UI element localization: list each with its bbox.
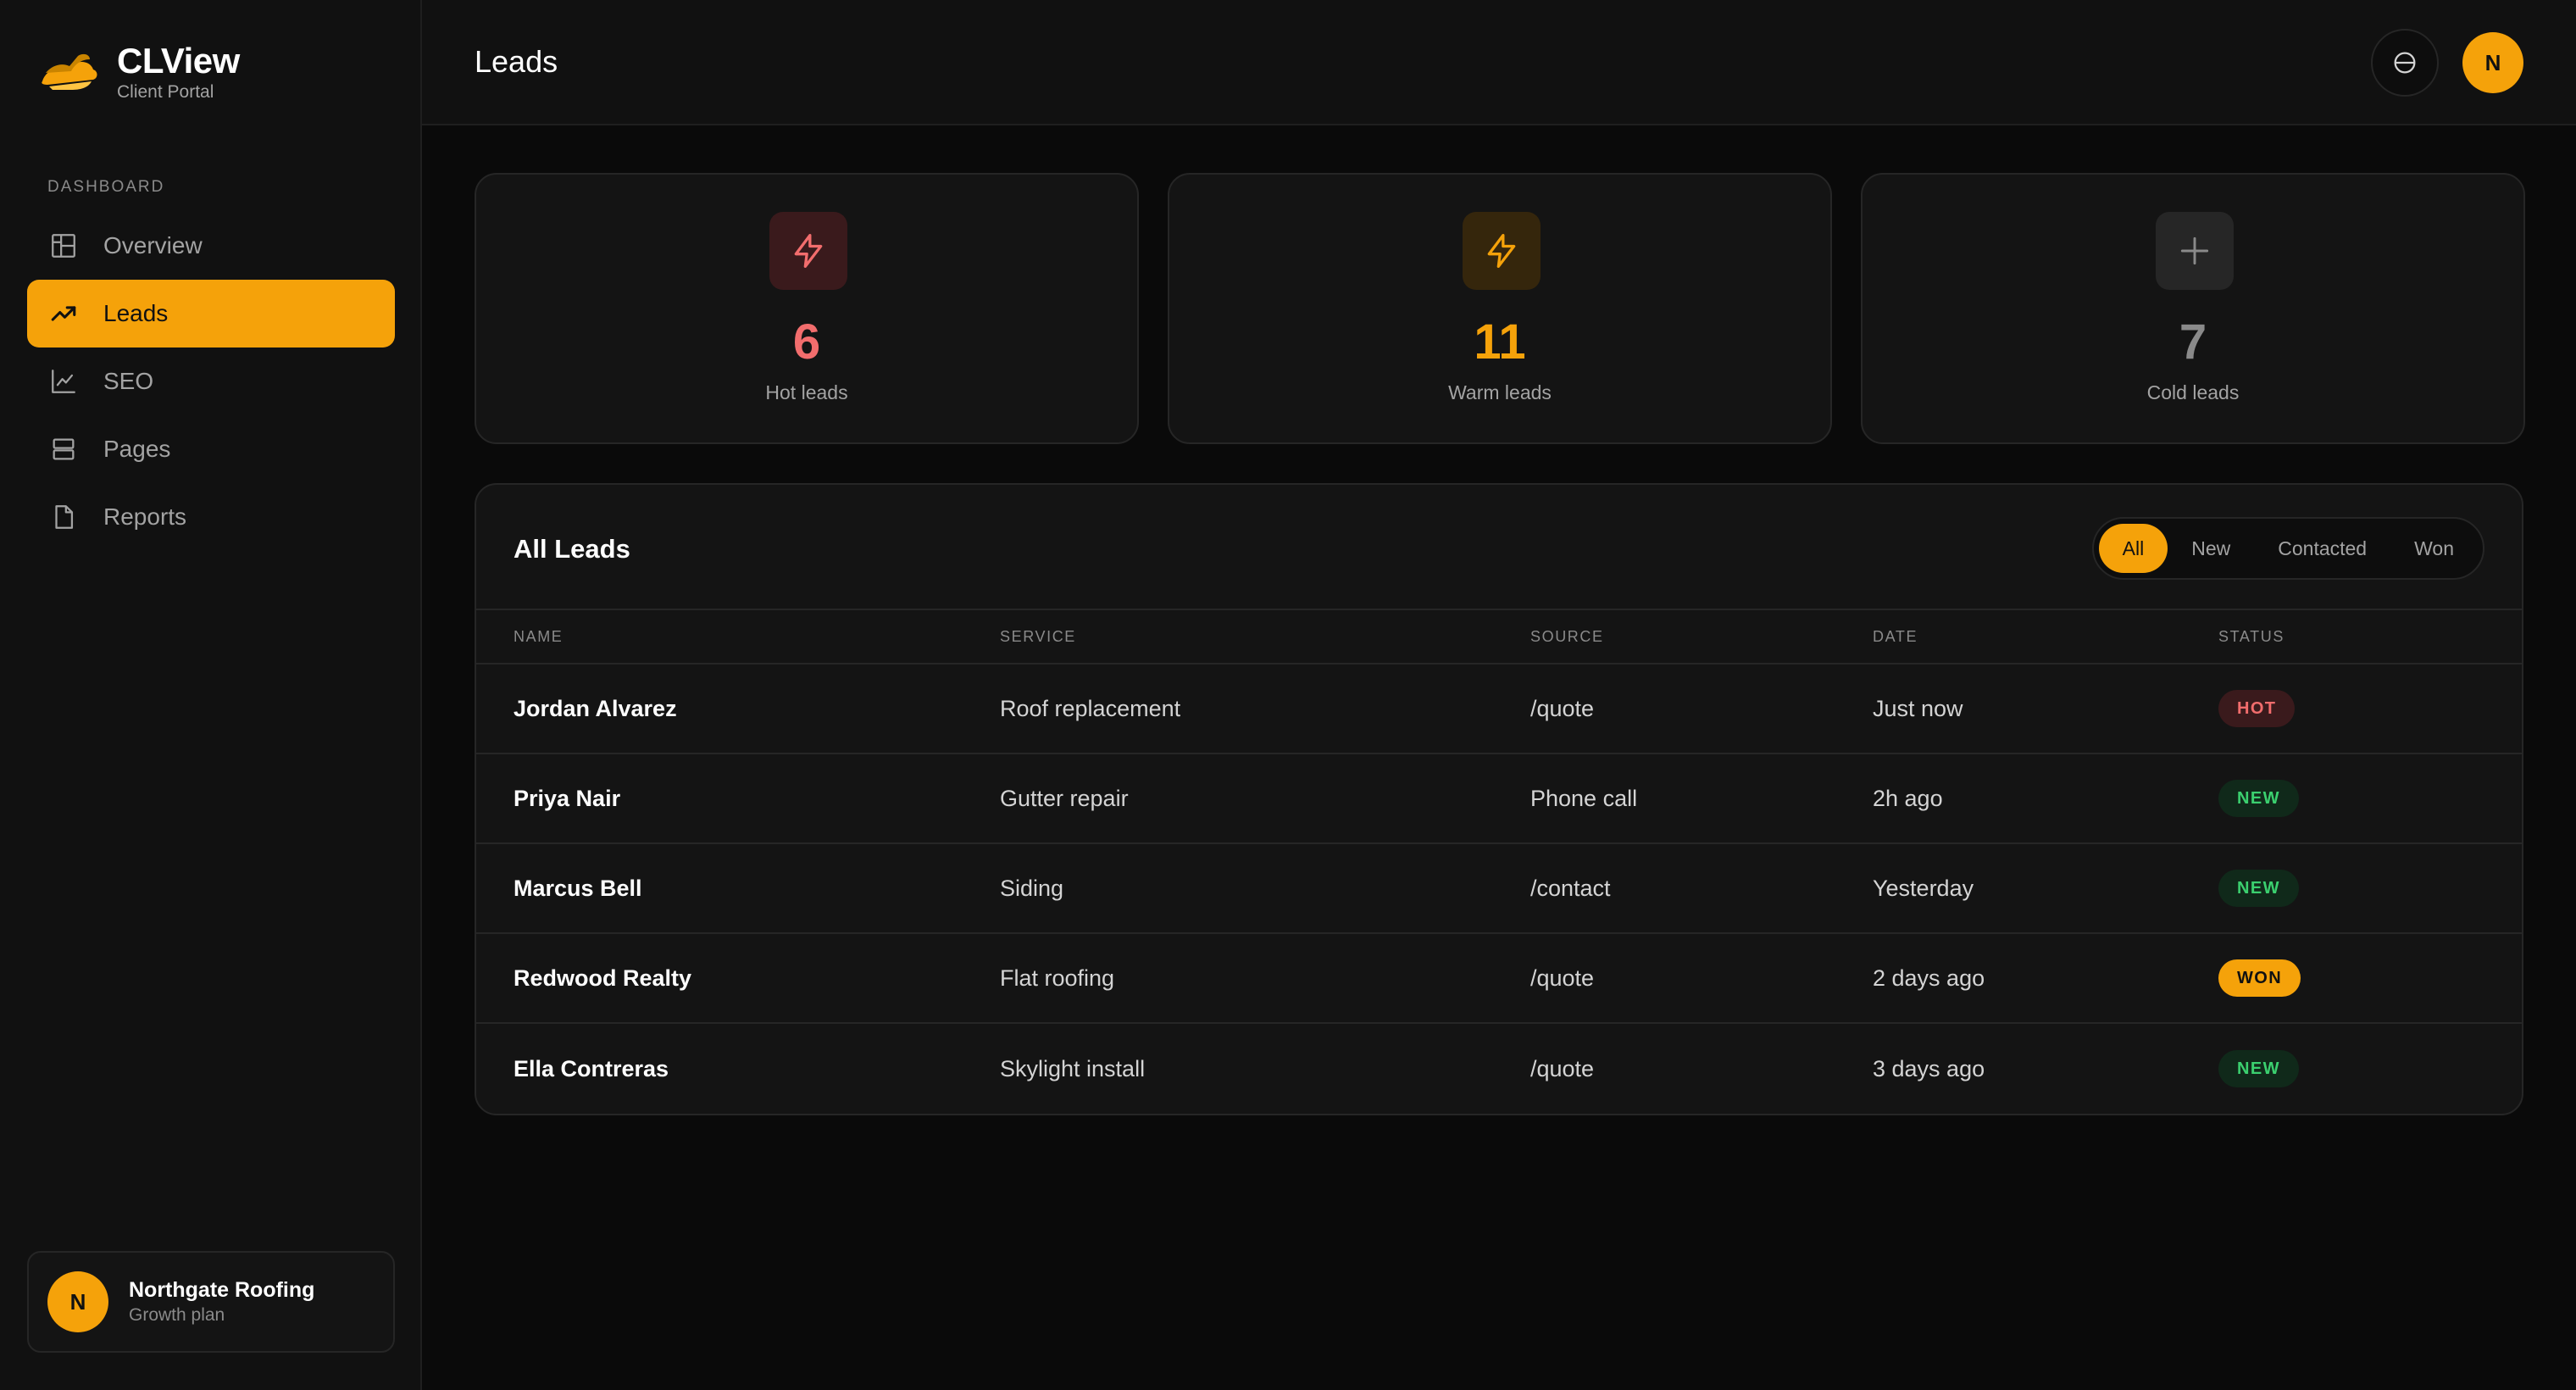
user-avatar[interactable]: N [2462,32,2523,93]
column-header-date[interactable]: DATE [1873,628,2218,646]
rows-icon [53,438,75,460]
table-header: NAME SERVICE SOURCE DATE STATUS [476,609,2522,664]
stat-label: Warm leads [1448,381,1552,403]
lead-name: Marcus Bell [514,875,642,901]
table-row[interactable]: Redwood Realty Flat roofing /quote 2 day… [476,934,2522,1024]
stat-label: Hot leads [765,381,848,403]
table-row[interactable]: Marcus Bell Siding /contact Yesterday NE… [476,844,2522,934]
brand-name: CLView [117,41,240,81]
filter-new[interactable]: New [2168,524,2254,573]
stat-value: 7 [2179,314,2207,370]
leads-card: All Leads All New Contacted Won NAME SER… [475,483,2523,1115]
account-name: Northgate Roofing [129,1278,315,1302]
app: CLView Client Portal DASHBOARD Overview … [0,0,2576,1390]
sidebar: CLView Client Portal DASHBOARD Overview … [0,0,422,1390]
stat-value: 11 [1474,314,1526,370]
status-badge: NEW [2218,780,2299,817]
sidebar-item-label: Overview [103,232,203,259]
bolt-icon [769,212,847,290]
lead-source: /contact [1530,875,1611,901]
account-card[interactable]: N Northgate Roofing Growth plan [27,1251,395,1353]
lead-date: 2h ago [1873,785,1943,811]
sidebar-item-label: SEO [103,368,154,394]
stat-card-warm: 11 Warm leads [1168,173,1832,444]
lead-name: Jordan Alvarez [514,695,677,721]
lead-name: Priya Nair [514,785,621,811]
lead-date: 2 days ago [1873,965,1985,991]
stat-card-cold: 7 Cold leads [1861,173,2525,444]
sidebar-item-leads[interactable]: Leads [27,280,395,348]
table-row[interactable]: Ella Contreras Skylight install /quote 3… [476,1024,2522,1114]
sidebar-item-pages[interactable]: Pages [27,415,395,483]
sidebar-item-label: Leads [103,300,169,326]
plus-icon [2156,212,2234,290]
stat-card-hot: 6 Hot leads [475,173,1139,444]
leads-title: All Leads [514,534,630,564]
table-row[interactable]: Jordan Alvarez Roof replacement /quote J… [476,664,2522,754]
sidebar-item-overview[interactable]: Overview [27,212,395,280]
file-icon [55,505,74,529]
trending-up-icon [51,306,76,321]
sidebar-item-reports[interactable]: Reports [27,483,395,551]
lead-source: /quote [1530,965,1595,991]
lead-name: Redwood Realty [514,965,692,991]
lead-source: /quote [1530,1055,1595,1081]
lead-service: Skylight install [1000,1055,1146,1081]
sidebar-item-seo[interactable]: SEO [27,348,395,415]
nav-section-label: DASHBOARD [47,178,165,196]
filter-contacted[interactable]: Contacted [2254,524,2390,573]
topbar: Leads N [422,0,2576,125]
filter-group: All New Contacted Won [2091,517,2484,580]
filter-all[interactable]: All [2098,524,2168,573]
logo-icon [42,53,97,90]
stat-label: Cold leads [2146,381,2240,403]
brand-subtitle: Client Portal [117,82,214,102]
filter-won[interactable]: Won [2390,524,2478,573]
sidebar-item-label: Reports [103,503,187,530]
lead-name: Ella Contreras [514,1055,669,1081]
lead-date: Just now [1873,695,1963,721]
layout-icon [52,234,75,258]
lead-service: Flat roofing [1000,965,1115,991]
page-title: Leads [475,44,558,79]
brand[interactable]: CLView Client Portal [37,41,240,103]
theme-toggle-icon [2394,52,2416,74]
column-header-source[interactable]: SOURCE [1530,628,1873,646]
status-badge: HOT [2218,690,2296,727]
bolt-icon [1463,212,1541,290]
column-header-name[interactable]: NAME [476,628,1000,646]
main-content: Leads N 6 Hot leads 11 Warm leads 7 Cold… [422,0,2576,1390]
account-plan: Growth plan [129,1305,225,1325]
stat-value: 6 [792,314,821,370]
lead-service: Siding [1000,875,1064,901]
line-chart-icon [52,370,75,393]
column-header-status[interactable]: STATUS [2218,628,2522,646]
avatar: N [47,1271,108,1332]
lead-source: /quote [1530,695,1595,721]
theme-toggle-button[interactable] [2371,29,2439,97]
lead-service: Roof replacement [1000,695,1181,721]
table-row[interactable]: Priya Nair Gutter repair Phone call 2h a… [476,754,2522,844]
lead-service: Gutter repair [1000,785,1129,811]
status-badge: NEW [2218,1050,2299,1087]
stats-row: 6 Hot leads 11 Warm leads 7 Cold leads [475,173,2525,444]
sidebar-nav: Overview Leads SEO Pages Reports [27,212,395,551]
column-header-service[interactable]: SERVICE [1000,628,1530,646]
status-badge: NEW [2218,870,2299,907]
status-badge: WON [2218,959,2301,997]
lead-date: 3 days ago [1873,1055,1985,1081]
sidebar-item-label: Pages [103,436,171,462]
lead-date: Yesterday [1873,875,1974,901]
lead-source: Phone call [1530,785,1638,811]
leads-table: NAME SERVICE SOURCE DATE STATUS Jordan A… [476,609,2522,1114]
